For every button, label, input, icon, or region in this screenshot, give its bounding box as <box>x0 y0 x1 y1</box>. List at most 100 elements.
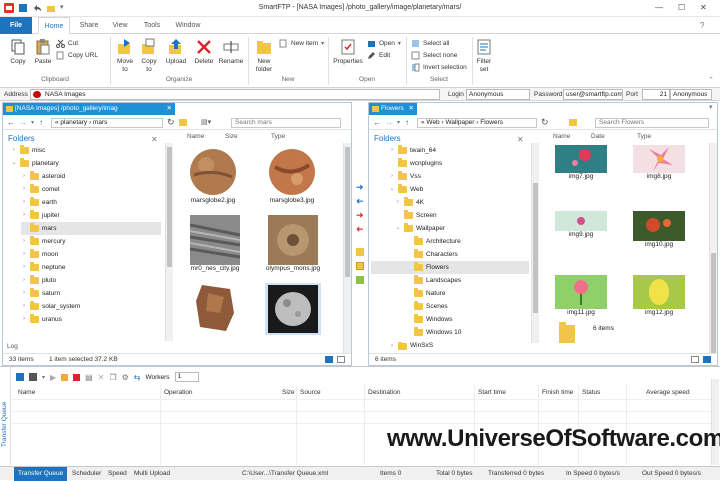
copy-url-button[interactable]: Copy URL <box>56 51 98 60</box>
file-thumbnail[interactable]: img12.jpg <box>631 275 687 317</box>
password-field[interactable]: user@smartftp.com <box>563 89 623 100</box>
column-type[interactable]: Type <box>637 133 651 140</box>
tree-item[interactable]: › 4K <box>395 196 529 209</box>
minimize-button[interactable]: — <box>655 3 663 12</box>
folder-icon[interactable] <box>569 119 577 126</box>
filter-set-button[interactable]: Filter set <box>474 38 494 74</box>
tree-item[interactable]: › mercury <box>21 235 161 248</box>
tree-item[interactable]: wcnplugins <box>389 157 529 170</box>
tree-item[interactable]: Scenes <box>405 300 529 313</box>
new-item-button[interactable]: New item ▾ <box>279 39 324 48</box>
properties-button[interactable]: Properties <box>331 38 365 66</box>
scrollbar-thumb[interactable] <box>345 147 350 277</box>
view-options-icon[interactable]: ▤▾ <box>201 118 211 126</box>
folder-large-icon[interactable] <box>559 321 575 343</box>
close-tab-icon[interactable]: ✕ <box>167 103 172 115</box>
delete-button[interactable]: Delete <box>193 38 215 66</box>
local-breadcrumb[interactable]: « Web › Wallpaper › Flowers <box>417 118 537 128</box>
help-icon[interactable]: ? <box>700 21 704 30</box>
local-files-scrollbar[interactable] <box>709 143 717 353</box>
queue-col-average-speed[interactable]: Average speed <box>646 389 690 396</box>
remote-pane-tab[interactable]: [NASA Images] /photo_gallery/imag ✕ <box>3 103 175 115</box>
tree-item[interactable]: › Vss <box>389 170 529 183</box>
file-thumbnail[interactable]: mr0_nes_city.jpg <box>187 215 243 273</box>
tree-item[interactable]: › asteroid <box>21 170 161 183</box>
log-label[interactable]: Log <box>7 343 18 350</box>
tab-window[interactable]: Window <box>170 17 206 34</box>
refresh-icon[interactable]: ↻ <box>167 117 175 128</box>
save-icon[interactable] <box>29 373 37 381</box>
tree-item[interactable]: Architecture <box>405 235 529 248</box>
transfer-left-icon[interactable]: ➜ <box>356 196 364 207</box>
column-size[interactable]: Size <box>225 133 238 140</box>
tree-item[interactable]: › moon <box>21 248 161 261</box>
tree-item[interactable]: Nature <box>405 287 529 300</box>
close-folders-icon[interactable]: ✕ <box>151 135 158 144</box>
recent-icon[interactable]: ▾ <box>31 119 34 126</box>
queue-icon[interactable] <box>356 276 364 284</box>
queue-col-size[interactable]: Size <box>282 389 295 396</box>
file-thumbnail[interactable]: img10.jpg <box>631 211 687 249</box>
tree-item[interactable]: ⌄ planetary <box>11 157 161 170</box>
upload-button[interactable]: Upload <box>164 38 188 66</box>
queue-col-start-time[interactable]: Start time <box>478 389 506 396</box>
tree-item[interactable]: › solar_system <box>21 300 161 313</box>
collapse-ribbon-icon[interactable]: ⌃ <box>708 76 714 84</box>
tree-item[interactable]: › misc <box>11 144 161 157</box>
tree-item[interactable]: › pluto <box>21 274 161 287</box>
tree-item[interactable]: ⌄ Web <box>389 183 529 196</box>
scrollbar-thumb[interactable] <box>167 147 172 267</box>
chevron-down-icon[interactable]: ▾ <box>42 374 45 381</box>
tab-speed[interactable]: Speed <box>104 467 131 481</box>
tab-transfer-queue[interactable]: Transfer Queue <box>14 467 68 481</box>
column-name[interactable]: Name <box>187 133 204 140</box>
tree-item[interactable]: › earth <box>21 196 161 209</box>
refresh-icon[interactable]: ↻ <box>541 117 549 128</box>
tree-item[interactable]: › comet <box>21 183 161 196</box>
play-icon[interactable]: ▶ <box>50 373 56 382</box>
queue-list-icon[interactable]: ▤ <box>85 373 93 382</box>
details-view-icon[interactable] <box>325 356 333 363</box>
sync-icon[interactable] <box>356 262 364 270</box>
new-folder-button[interactable]: New folder <box>252 38 276 74</box>
up-icon[interactable]: ↑ <box>405 118 409 127</box>
tab-share[interactable]: Share <box>74 17 104 34</box>
queue-col-operation[interactable]: Operation <box>164 389 193 396</box>
thumbnails-view-icon[interactable] <box>337 356 345 363</box>
recent-icon[interactable]: ▾ <box>397 119 400 126</box>
local-tree-scrollbar[interactable] <box>531 143 539 343</box>
close-button[interactable]: ✕ <box>700 3 707 12</box>
remote-breadcrumb[interactable]: « planetary › mars <box>51 118 163 128</box>
port-field[interactable]: 21 <box>642 89 670 100</box>
queue-col-status[interactable]: Status <box>582 389 600 396</box>
folder-icon[interactable] <box>179 119 187 126</box>
file-thumbnail[interactable]: marsglobe2.jpg <box>187 147 239 205</box>
pane-menu-icon[interactable]: ▾ <box>709 103 713 111</box>
local-search-input[interactable]: Search Flowers <box>595 118 709 128</box>
queue-col-source[interactable]: Source <box>300 389 321 396</box>
remote-tree-scrollbar[interactable] <box>165 143 173 341</box>
file-thumbnail[interactable]: img7.jpg <box>553 145 609 181</box>
file-thumbnail[interactable]: marsglobe3.jpg <box>265 147 319 205</box>
tab-tools[interactable]: Tools <box>138 17 166 34</box>
cut-button[interactable]: Cut <box>56 39 78 48</box>
tree-item-selected[interactable]: mars <box>21 222 161 235</box>
tree-item[interactable]: › neptune <box>21 261 161 274</box>
tree-item[interactable]: › uranus <box>21 313 161 326</box>
tree-item[interactable]: Screen <box>395 209 529 222</box>
workers-spinner[interactable]: 1 <box>174 372 199 382</box>
file-thumbnail[interactable]: img11.jpg <box>553 275 609 317</box>
tree-item[interactable]: Windows 10 <box>405 326 529 339</box>
scrollbar-thumb[interactable] <box>711 253 716 353</box>
file-thumbnail[interactable]: olympus_mons.jpg <box>265 215 321 273</box>
settings-icon[interactable]: ⚙ <box>122 373 129 382</box>
open-button[interactable]: Open ▾ <box>367 39 401 48</box>
stop-icon[interactable] <box>73 373 81 381</box>
details-view-icon[interactable] <box>691 356 699 363</box>
copy-to-button[interactable]: Copy to <box>138 38 160 74</box>
tree-item[interactable]: › WinSxS <box>389 342 529 350</box>
close-folders-icon[interactable]: ✕ <box>517 135 524 144</box>
edit-button[interactable]: Edit <box>367 51 390 60</box>
move-right-icon[interactable]: ➜ <box>356 210 364 221</box>
mode-select[interactable]: Anonymous <box>670 89 712 100</box>
